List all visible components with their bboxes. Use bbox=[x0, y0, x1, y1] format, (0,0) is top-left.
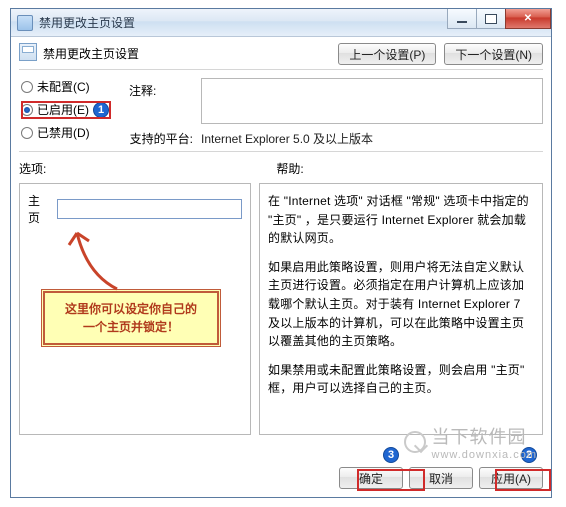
dialog-window: 禁用更改主页设置 禁用更改主页设置 上一个设置(P) 下一个设置(N) bbox=[10, 8, 552, 498]
callout-line: 一个主页并锁定！ bbox=[50, 318, 212, 336]
minimize-button[interactable] bbox=[447, 9, 477, 29]
annotation-callout: 这里你可以设定你自己的 一个主页并锁定！ bbox=[41, 289, 221, 347]
policy-icon bbox=[19, 43, 37, 61]
options-label: 选项: bbox=[19, 160, 46, 177]
radio-enabled[interactable]: 已启用(E) 1 bbox=[21, 101, 129, 118]
callout-line: 这里你可以设定你自己的 bbox=[50, 300, 212, 318]
divider bbox=[19, 151, 543, 152]
radio-dot-icon bbox=[21, 81, 33, 93]
radio-label: 已禁用(D) bbox=[37, 124, 90, 141]
help-paragraph: 如果启用此策略设置，则用户将无法自定义默认主页进行设置。必须指定在用户计算机上应… bbox=[268, 258, 534, 351]
comment-label: 注释: bbox=[129, 78, 193, 99]
help-paragraph: 在 "Internet 选项" 对话框 "常规" 选项卡中指定的 "主页" ，是… bbox=[268, 192, 534, 248]
ok-button[interactable]: 确定 bbox=[339, 467, 403, 489]
cancel-button[interactable]: 取消 bbox=[409, 467, 473, 489]
platform-value: Internet Explorer 5.0 及以上版本 bbox=[201, 130, 373, 147]
maximize-button[interactable] bbox=[476, 9, 506, 29]
radio-not-configured[interactable]: 未配置(C) bbox=[21, 78, 129, 95]
platform-label: 支持的平台: bbox=[129, 130, 193, 147]
badge-2: 2 bbox=[521, 447, 537, 463]
help-label: 帮助: bbox=[276, 160, 303, 177]
comment-textarea[interactable] bbox=[201, 78, 543, 124]
badge-3: 3 bbox=[383, 447, 399, 463]
help-paragraph: 如果禁用或未配置此策略设置，则会启用 "主页" 框，用户可以选择自己的主页。 bbox=[268, 361, 534, 398]
homepage-field-label: 主页 bbox=[28, 192, 51, 226]
next-setting-button[interactable]: 下一个设置(N) bbox=[444, 43, 543, 65]
prev-setting-button[interactable]: 上一个设置(P) bbox=[338, 43, 436, 65]
badge-1: 1 bbox=[93, 102, 109, 118]
divider bbox=[19, 69, 543, 70]
title-bar: 禁用更改主页设置 bbox=[11, 9, 551, 37]
page-title: 禁用更改主页设置 bbox=[43, 43, 139, 62]
homepage-input[interactable] bbox=[57, 199, 242, 219]
radio-dot-icon bbox=[21, 127, 33, 139]
apply-button[interactable]: 应用(A) bbox=[479, 467, 543, 489]
help-panel: 在 "Internet 选项" 对话框 "常规" 选项卡中指定的 "主页" ，是… bbox=[259, 183, 543, 435]
radio-label: 未配置(C) bbox=[37, 78, 90, 95]
window-title: 禁用更改主页设置 bbox=[39, 14, 135, 31]
close-button[interactable] bbox=[505, 9, 551, 29]
app-icon bbox=[17, 15, 33, 31]
radio-dot-icon bbox=[21, 104, 33, 116]
radio-disabled[interactable]: 已禁用(D) bbox=[21, 124, 129, 141]
radio-label: 已启用(E) bbox=[37, 101, 89, 118]
